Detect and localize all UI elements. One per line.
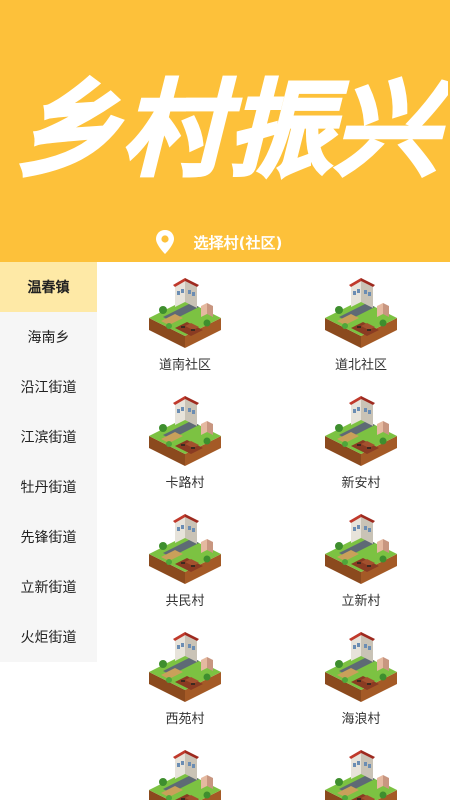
village-icon (325, 278, 397, 348)
sidebar: 温春镇 海南乡 沿江街道 江滨街道 牡丹街道 先锋街道 立新街道 火炬街道 (0, 262, 97, 662)
location-pin-icon (155, 230, 174, 254)
village-icon (325, 396, 397, 466)
village-card[interactable] (273, 734, 449, 800)
sidebar-item-jiangbin[interactable]: 江滨街道 (0, 412, 97, 462)
village-icon (149, 632, 221, 702)
sidebar-item-lixin[interactable]: 立新街道 (0, 562, 97, 612)
sidebar-item-label: 立新街道 (20, 580, 77, 596)
sidebar-item-label: 沿江街道 (20, 380, 77, 396)
sidebar-item-mudan[interactable]: 牡丹街道 (0, 462, 97, 512)
village-card[interactable]: 西苑村 (97, 616, 273, 734)
village-icon (149, 514, 221, 584)
village-name: 卡路村 (165, 476, 205, 491)
village-name: 西苑村 (165, 712, 205, 727)
village-card[interactable]: 道北社区 (273, 262, 449, 380)
village-name: 道南社区 (158, 358, 211, 373)
sidebar-item-wenchun[interactable]: 温春镇 (0, 262, 97, 312)
village-card[interactable]: 共民村 (97, 498, 273, 616)
sidebar-item-label: 先锋街道 (20, 530, 77, 546)
village-name: 立新村 (341, 594, 381, 609)
sidebar-item-label: 温春镇 (27, 280, 70, 296)
village-name: 共民村 (165, 594, 205, 609)
location-label: 选择村(社区) (193, 233, 283, 252)
village-icon (149, 278, 221, 348)
village-card[interactable] (97, 734, 273, 800)
village-icon (149, 396, 221, 466)
village-icon (325, 632, 397, 702)
banner-title-art: 乡村振兴 (14, 68, 448, 193)
sidebar-item-label: 海南乡 (27, 330, 70, 346)
village-card[interactable]: 新安村 (273, 380, 449, 498)
header-banner: 乡村振兴 选择村(社区) (0, 0, 450, 262)
sidebar-item-label: 牡丹街道 (20, 480, 77, 496)
village-icon (325, 514, 397, 584)
village-card[interactable]: 卡路村 (97, 380, 273, 498)
village-name: 新安村 (341, 476, 381, 491)
sidebar-item-huoju[interactable]: 火炬街道 (0, 612, 97, 662)
village-icon (325, 750, 397, 800)
village-icon (149, 750, 221, 800)
village-name: 海浪村 (341, 712, 381, 727)
sidebar-item-label: 火炬街道 (20, 630, 77, 646)
sidebar-item-hainan[interactable]: 海南乡 (0, 312, 97, 362)
sidebar-item-label: 江滨街道 (20, 430, 77, 446)
sidebar-item-xianfeng[interactable]: 先锋街道 (0, 512, 97, 562)
village-grid: 道南社区 道北社区 卡路村 新安村 共民村 立新村 西苑村 海浪村 (97, 262, 450, 800)
village-card[interactable]: 道南社区 (97, 262, 273, 380)
village-card[interactable]: 立新村 (273, 498, 449, 616)
location-selector[interactable]: 选择村(社区) (0, 222, 450, 262)
village-name: 道北社区 (334, 358, 387, 373)
village-card[interactable]: 海浪村 (273, 616, 449, 734)
banner-title: 乡村振兴 (16, 69, 448, 191)
sidebar-item-yanjiang[interactable]: 沿江街道 (0, 362, 97, 412)
